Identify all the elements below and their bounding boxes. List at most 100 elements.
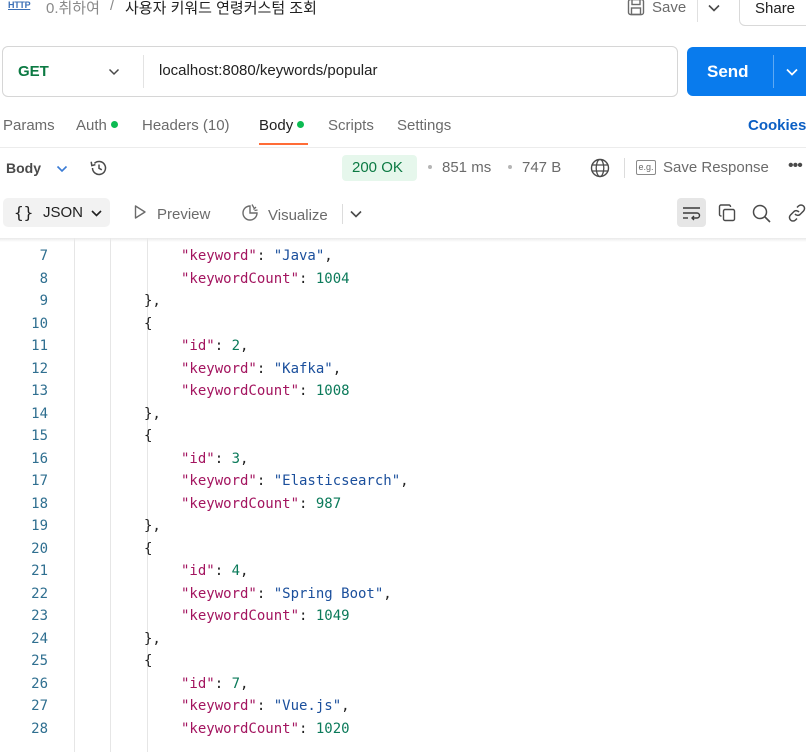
- line-number: 20: [31, 540, 48, 557]
- tab-settings[interactable]: Settings: [397, 117, 451, 134]
- code-line: 9},: [0, 293, 806, 315]
- json-comma: ,: [332, 360, 342, 377]
- json-value: 4: [231, 563, 241, 579]
- request-title[interactable]: 사용자 키워드 연령커스텀 조회: [125, 0, 317, 18]
- line-number: 15: [31, 428, 48, 444]
- search-icon[interactable]: [751, 203, 772, 229]
- json-colon: :: [256, 698, 274, 714]
- json-key: "keywordCount": [181, 383, 300, 399]
- line-number: 19: [31, 518, 48, 534]
- json-value: 1004: [315, 270, 350, 287]
- json-value: "Vue.js": [273, 698, 342, 714]
- line-number: 27: [31, 698, 48, 714]
- preview-button[interactable]: Preview: [133, 204, 210, 224]
- code-line: 22 "keyword": "Spring Boot",: [0, 586, 806, 608]
- line-number: 22: [31, 585, 48, 602]
- json-colon: :: [299, 270, 316, 287]
- tab-body-label: Body: [259, 117, 294, 134]
- json-value: "Spring Boot": [273, 585, 384, 602]
- json-colon: :: [256, 248, 274, 264]
- response-code-editor[interactable]: 7 "keyword": "Java", 8 "keywordCount": 1004…: [0, 238, 806, 752]
- code-line: 24},: [0, 631, 806, 653]
- link-icon[interactable]: [786, 203, 806, 228]
- tab-headers-label: Headers: [142, 117, 199, 134]
- method-select[interactable]: GET: [18, 63, 49, 80]
- json-key: "keyword": [181, 360, 257, 377]
- line-number: 25: [31, 653, 48, 669]
- json-key: "keywordCount": [181, 495, 300, 512]
- breadcrumb-parent[interactable]: 0.취하여: [46, 0, 100, 18]
- code-line: 7 "keyword": "Java",: [0, 248, 806, 270]
- json-value: 987: [315, 495, 342, 512]
- json-value: "Kafka": [273, 360, 333, 377]
- line-number: 16: [31, 450, 48, 467]
- json-value: 3: [231, 450, 241, 467]
- http-request-icon: HTTP: [8, 0, 31, 10]
- send-options-chevron-down-icon[interactable]: [784, 64, 800, 85]
- example-icon: e.g.: [636, 160, 656, 175]
- wrap-lines-button[interactable]: [677, 198, 706, 227]
- tab-params[interactable]: Params: [3, 117, 55, 134]
- json-comma: ,: [383, 585, 392, 602]
- tab-scripts[interactable]: Scripts: [328, 117, 374, 134]
- auth-status-dot-icon: [110, 121, 118, 128]
- history-icon[interactable]: [88, 157, 110, 184]
- line-number: 18: [31, 495, 48, 512]
- code-text: {: [144, 541, 152, 557]
- json-brace: {: [144, 540, 153, 557]
- divider: [697, 0, 698, 22]
- response-bar: Body 200 OK 851 ms 747 B e.g. Save Respo…: [0, 150, 806, 188]
- save-options-chevron-down-icon[interactable]: [706, 0, 722, 21]
- response-time[interactable]: 851 ms: [442, 159, 491, 176]
- response-body-chevron-down-icon[interactable]: [55, 162, 69, 181]
- json-colon: :: [214, 338, 232, 354]
- code-line: 25 {: [0, 653, 806, 675]
- send-button[interactable]: Send: [687, 47, 806, 96]
- tab-auth-label: Auth: [76, 117, 107, 134]
- json-key: "keywordCount": [181, 720, 300, 737]
- format-select[interactable]: {} JSON: [3, 198, 110, 227]
- code-line: 19},: [0, 518, 806, 540]
- tab-auth[interactable]: Auth: [76, 117, 118, 134]
- save-label: Save: [652, 0, 687, 16]
- code-line: 17 "keyword": "Elasticsearch",: [0, 473, 806, 495]
- json-key: "id": [181, 563, 215, 579]
- status-badge[interactable]: 200 OK: [342, 155, 417, 181]
- headers-count: (10): [202, 117, 230, 134]
- json-key: "keyword": [181, 248, 257, 264]
- share-button[interactable]: Share: [739, 0, 806, 26]
- code-text: {: [144, 316, 152, 332]
- code-line: 23 "keywordCount": 1049: [0, 608, 806, 630]
- json-value: 1049: [315, 608, 350, 624]
- separator-dot: [508, 165, 512, 169]
- json-key: "keywordCount": [181, 270, 300, 287]
- code-text: },: [144, 518, 161, 534]
- line-number: 9: [39, 293, 48, 309]
- more-options-icon[interactable]: •••: [788, 157, 803, 175]
- tab-headers[interactable]: Headers (10): [142, 117, 230, 134]
- copy-icon[interactable]: [717, 203, 737, 228]
- top-bar: HTTP 0.취하여 / 사용자 키워드 연령커스텀 조회 Save Share: [0, 0, 806, 30]
- json-brace: {: [144, 428, 153, 444]
- visualize-chevron-down-icon[interactable]: [348, 206, 364, 227]
- save-button[interactable]: Save: [626, 0, 686, 17]
- visualize-button[interactable]: Visualize: [240, 203, 328, 227]
- json-comma: ,: [240, 338, 249, 354]
- json-colon: :: [214, 450, 232, 467]
- cookies-link[interactable]: Cookies: [748, 117, 806, 134]
- tab-body[interactable]: Body: [259, 117, 305, 134]
- code-text: "keywordCount": 1049: [181, 608, 350, 624]
- globe-icon[interactable]: [589, 157, 611, 184]
- response-size[interactable]: 747 B: [522, 159, 561, 176]
- method-chevron-down-icon[interactable]: [107, 65, 121, 84]
- url-input[interactable]: localhost:8080/keywords/popular: [159, 62, 377, 79]
- preview-label: Preview: [157, 205, 211, 223]
- response-body-select[interactable]: Body: [6, 160, 41, 176]
- breadcrumb-separator: /: [110, 0, 115, 14]
- code-text: "keywordCount": 1008: [181, 383, 350, 399]
- separator-dot: [428, 165, 432, 169]
- code-text: },: [144, 631, 161, 647]
- json-colon: :: [214, 563, 232, 579]
- code-text: "id": 3,: [181, 451, 248, 467]
- save-response-button[interactable]: Save Response: [663, 159, 769, 176]
